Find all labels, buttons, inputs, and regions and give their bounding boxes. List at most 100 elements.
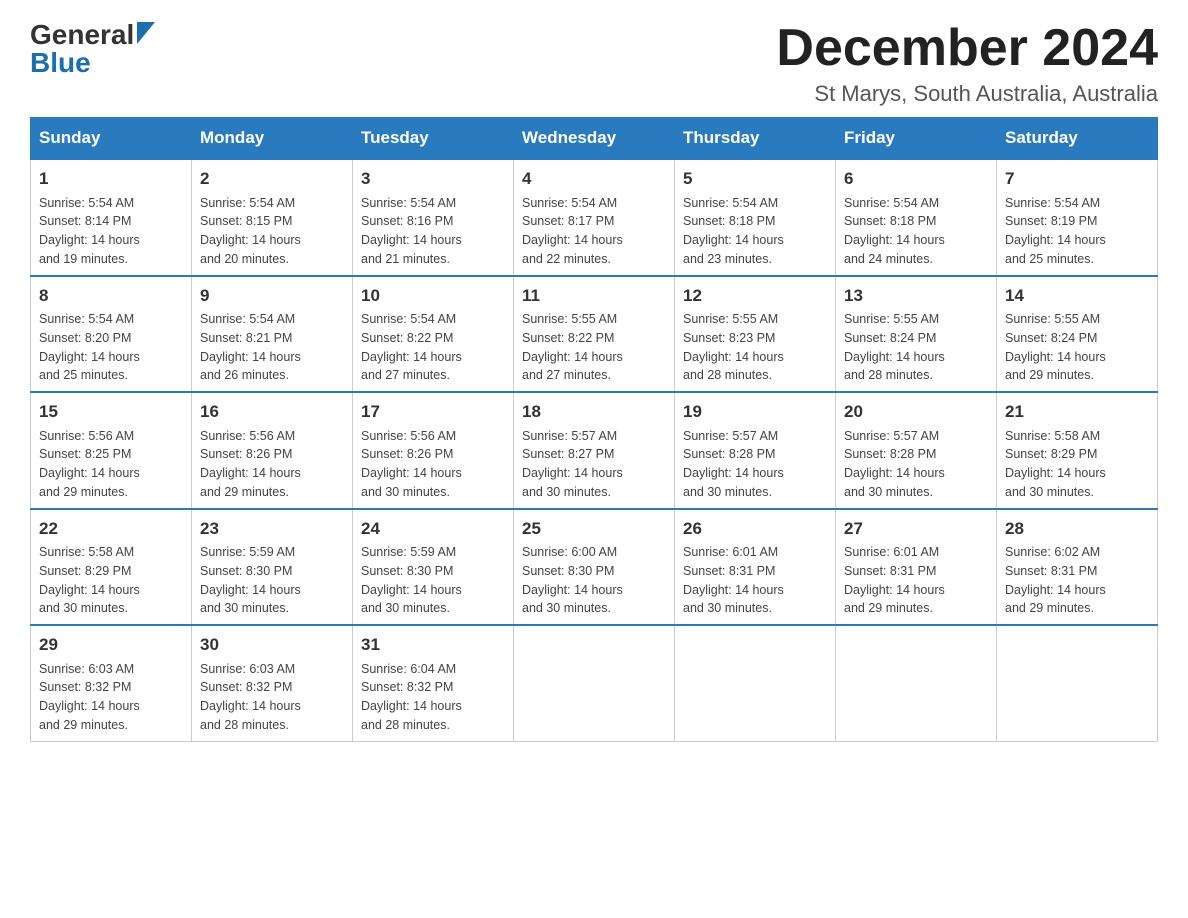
day-cell-18: 18Sunrise: 5:57 AMSunset: 8:27 PMDayligh… (514, 392, 675, 509)
day-number: 31 (361, 632, 505, 658)
empty-cell (836, 625, 997, 741)
day-info: Sunrise: 5:54 AMSunset: 8:18 PMDaylight:… (844, 194, 988, 269)
weekday-header-row: SundayMondayTuesdayWednesdayThursdayFrid… (31, 118, 1158, 160)
empty-cell (997, 625, 1158, 741)
day-info: Sunrise: 5:54 AMSunset: 8:14 PMDaylight:… (39, 194, 183, 269)
day-info: Sunrise: 5:55 AMSunset: 8:24 PMDaylight:… (844, 310, 988, 385)
day-number: 28 (1005, 516, 1149, 542)
logo-general: General (30, 21, 134, 49)
day-number: 19 (683, 399, 827, 425)
day-cell-19: 19Sunrise: 5:57 AMSunset: 8:28 PMDayligh… (675, 392, 836, 509)
location-title: St Marys, South Australia, Australia (776, 81, 1158, 107)
day-cell-29: 29Sunrise: 6:03 AMSunset: 8:32 PMDayligh… (31, 625, 192, 741)
weekday-header-wednesday: Wednesday (514, 118, 675, 160)
day-cell-8: 8Sunrise: 5:54 AMSunset: 8:20 PMDaylight… (31, 276, 192, 393)
day-cell-9: 9Sunrise: 5:54 AMSunset: 8:21 PMDaylight… (192, 276, 353, 393)
page-header: General Blue December 2024 St Marys, Sou… (30, 20, 1158, 107)
week-row-4: 22Sunrise: 5:58 AMSunset: 8:29 PMDayligh… (31, 509, 1158, 626)
day-info: Sunrise: 5:56 AMSunset: 8:25 PMDaylight:… (39, 427, 183, 502)
day-cell-22: 22Sunrise: 5:58 AMSunset: 8:29 PMDayligh… (31, 509, 192, 626)
day-info: Sunrise: 5:56 AMSunset: 8:26 PMDaylight:… (200, 427, 344, 502)
day-cell-13: 13Sunrise: 5:55 AMSunset: 8:24 PMDayligh… (836, 276, 997, 393)
day-info: Sunrise: 5:59 AMSunset: 8:30 PMDaylight:… (361, 543, 505, 618)
day-info: Sunrise: 5:56 AMSunset: 8:26 PMDaylight:… (361, 427, 505, 502)
day-cell-23: 23Sunrise: 5:59 AMSunset: 8:30 PMDayligh… (192, 509, 353, 626)
day-number: 23 (200, 516, 344, 542)
day-info: Sunrise: 5:54 AMSunset: 8:19 PMDaylight:… (1005, 194, 1149, 269)
day-number: 11 (522, 283, 666, 309)
day-info: Sunrise: 5:59 AMSunset: 8:30 PMDaylight:… (200, 543, 344, 618)
weekday-header-thursday: Thursday (675, 118, 836, 160)
day-number: 21 (1005, 399, 1149, 425)
day-cell-26: 26Sunrise: 6:01 AMSunset: 8:31 PMDayligh… (675, 509, 836, 626)
day-info: Sunrise: 5:55 AMSunset: 8:23 PMDaylight:… (683, 310, 827, 385)
day-number: 3 (361, 166, 505, 192)
day-info: Sunrise: 5:54 AMSunset: 8:22 PMDaylight:… (361, 310, 505, 385)
day-cell-11: 11Sunrise: 5:55 AMSunset: 8:22 PMDayligh… (514, 276, 675, 393)
day-cell-31: 31Sunrise: 6:04 AMSunset: 8:32 PMDayligh… (353, 625, 514, 741)
day-number: 24 (361, 516, 505, 542)
logo-triangle-icon (137, 22, 155, 44)
day-cell-15: 15Sunrise: 5:56 AMSunset: 8:25 PMDayligh… (31, 392, 192, 509)
day-info: Sunrise: 6:01 AMSunset: 8:31 PMDaylight:… (844, 543, 988, 618)
day-info: Sunrise: 5:55 AMSunset: 8:24 PMDaylight:… (1005, 310, 1149, 385)
week-row-3: 15Sunrise: 5:56 AMSunset: 8:25 PMDayligh… (31, 392, 1158, 509)
weekday-header-saturday: Saturday (997, 118, 1158, 160)
day-number: 5 (683, 166, 827, 192)
day-number: 8 (39, 283, 183, 309)
day-info: Sunrise: 5:58 AMSunset: 8:29 PMDaylight:… (1005, 427, 1149, 502)
day-info: Sunrise: 6:04 AMSunset: 8:32 PMDaylight:… (361, 660, 505, 735)
logo: General Blue (30, 20, 155, 77)
day-number: 6 (844, 166, 988, 192)
day-info: Sunrise: 5:54 AMSunset: 8:15 PMDaylight:… (200, 194, 344, 269)
day-cell-17: 17Sunrise: 5:56 AMSunset: 8:26 PMDayligh… (353, 392, 514, 509)
day-cell-12: 12Sunrise: 5:55 AMSunset: 8:23 PMDayligh… (675, 276, 836, 393)
day-number: 7 (1005, 166, 1149, 192)
day-cell-4: 4Sunrise: 5:54 AMSunset: 8:17 PMDaylight… (514, 159, 675, 276)
empty-cell (514, 625, 675, 741)
weekday-header-friday: Friday (836, 118, 997, 160)
day-cell-10: 10Sunrise: 5:54 AMSunset: 8:22 PMDayligh… (353, 276, 514, 393)
day-cell-5: 5Sunrise: 5:54 AMSunset: 8:18 PMDaylight… (675, 159, 836, 276)
day-number: 15 (39, 399, 183, 425)
day-info: Sunrise: 5:55 AMSunset: 8:22 PMDaylight:… (522, 310, 666, 385)
day-info: Sunrise: 5:57 AMSunset: 8:28 PMDaylight:… (844, 427, 988, 502)
day-cell-7: 7Sunrise: 5:54 AMSunset: 8:19 PMDaylight… (997, 159, 1158, 276)
day-number: 9 (200, 283, 344, 309)
day-number: 4 (522, 166, 666, 192)
day-cell-16: 16Sunrise: 5:56 AMSunset: 8:26 PMDayligh… (192, 392, 353, 509)
day-info: Sunrise: 5:54 AMSunset: 8:17 PMDaylight:… (522, 194, 666, 269)
day-number: 20 (844, 399, 988, 425)
empty-cell (675, 625, 836, 741)
day-number: 29 (39, 632, 183, 658)
week-row-2: 8Sunrise: 5:54 AMSunset: 8:20 PMDaylight… (31, 276, 1158, 393)
day-info: Sunrise: 5:54 AMSunset: 8:20 PMDaylight:… (39, 310, 183, 385)
day-number: 10 (361, 283, 505, 309)
day-number: 27 (844, 516, 988, 542)
day-number: 2 (200, 166, 344, 192)
day-number: 25 (522, 516, 666, 542)
logo-blue: Blue (30, 49, 91, 77)
day-cell-20: 20Sunrise: 5:57 AMSunset: 8:28 PMDayligh… (836, 392, 997, 509)
day-info: Sunrise: 6:00 AMSunset: 8:30 PMDaylight:… (522, 543, 666, 618)
weekday-header-sunday: Sunday (31, 118, 192, 160)
day-cell-27: 27Sunrise: 6:01 AMSunset: 8:31 PMDayligh… (836, 509, 997, 626)
month-title: December 2024 (776, 20, 1158, 77)
weekday-header-monday: Monday (192, 118, 353, 160)
day-info: Sunrise: 6:03 AMSunset: 8:32 PMDaylight:… (200, 660, 344, 735)
day-number: 12 (683, 283, 827, 309)
day-number: 30 (200, 632, 344, 658)
day-cell-1: 1Sunrise: 5:54 AMSunset: 8:14 PMDaylight… (31, 159, 192, 276)
weekday-header-tuesday: Tuesday (353, 118, 514, 160)
day-number: 17 (361, 399, 505, 425)
day-info: Sunrise: 5:57 AMSunset: 8:27 PMDaylight:… (522, 427, 666, 502)
day-number: 1 (39, 166, 183, 192)
day-info: Sunrise: 5:54 AMSunset: 8:21 PMDaylight:… (200, 310, 344, 385)
day-number: 16 (200, 399, 344, 425)
day-info: Sunrise: 5:58 AMSunset: 8:29 PMDaylight:… (39, 543, 183, 618)
week-row-1: 1Sunrise: 5:54 AMSunset: 8:14 PMDaylight… (31, 159, 1158, 276)
title-block: December 2024 St Marys, South Australia,… (776, 20, 1158, 107)
day-cell-28: 28Sunrise: 6:02 AMSunset: 8:31 PMDayligh… (997, 509, 1158, 626)
day-number: 18 (522, 399, 666, 425)
week-row-5: 29 Sunrise: 6:03 AMSunset: 8:32 PMDayligh… (31, 625, 1158, 741)
